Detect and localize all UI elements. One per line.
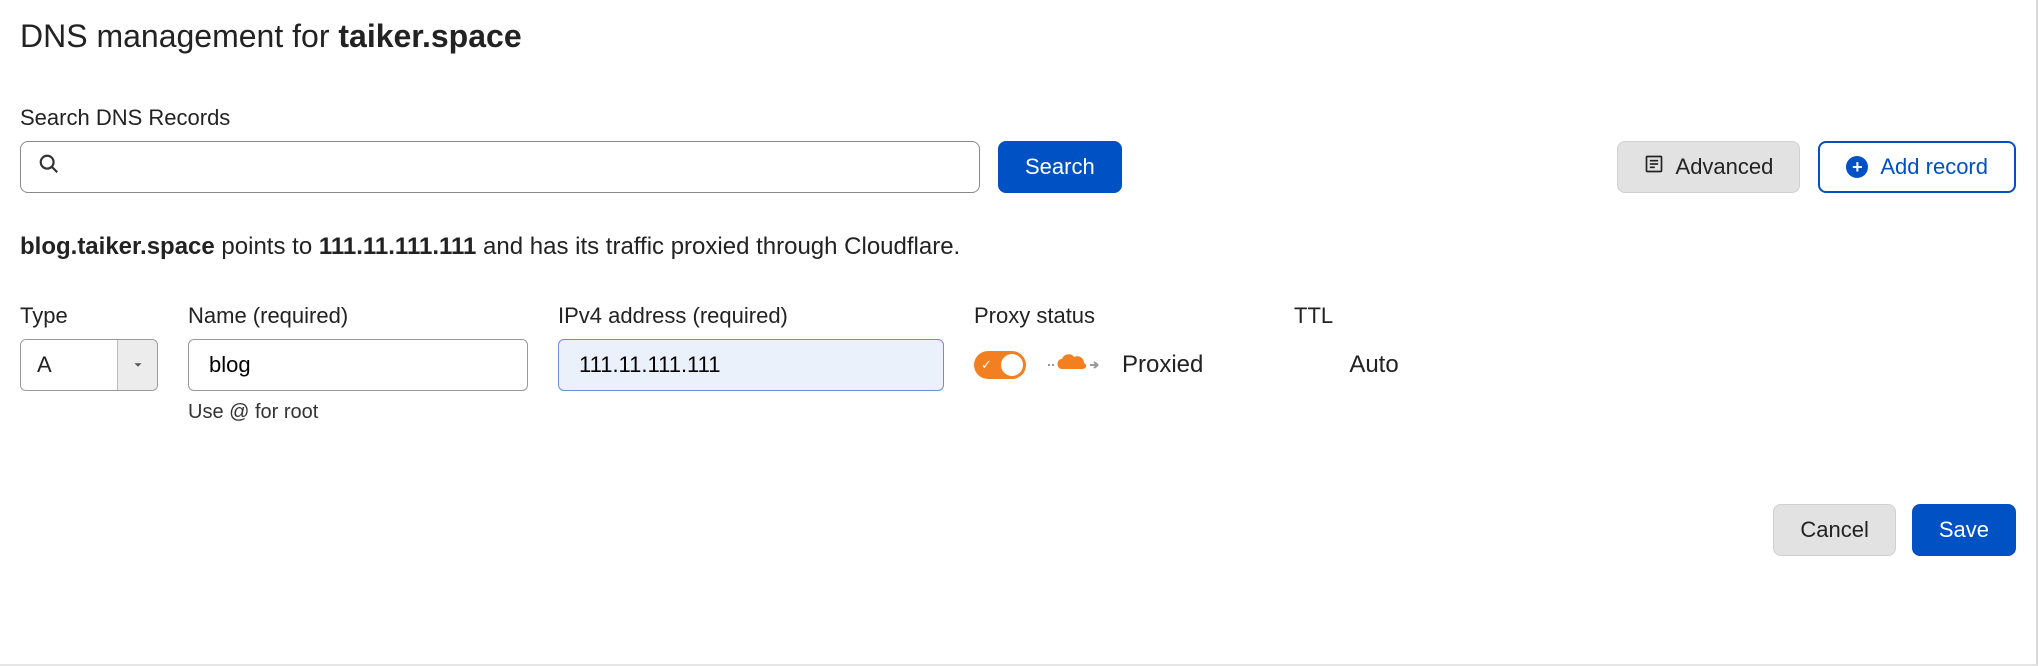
form-icon [1644,154,1664,180]
record-form: Type A Name (required) Use @ for root IP… [20,303,2016,424]
chevron-down-icon [117,340,157,390]
name-input[interactable] [188,339,528,391]
check-icon: ✓ [981,357,992,373]
type-select[interactable]: A [20,339,158,391]
proxy-toggle[interactable]: ✓ [974,351,1026,379]
footer-actions: Cancel Save [20,504,2016,556]
add-record-button-label: Add record [1880,154,1988,180]
desc-mid2: and has its traffic proxied through Clou… [476,233,960,260]
proxy-value: Proxied [1122,351,1203,379]
advanced-button-label: Advanced [1676,154,1774,180]
ttl-label: TTL [1294,303,1454,329]
add-record-button[interactable]: + Add record [1818,141,2016,193]
desc-host: blog.taiker.space [20,233,215,260]
save-button-label: Save [1939,517,1989,543]
cloud-icon [1044,351,1104,379]
cancel-button[interactable]: Cancel [1773,504,1895,556]
page-title-domain: taiker.space [338,18,521,54]
search-icon [38,153,60,181]
search-input-wrap [20,141,980,193]
proxy-label: Proxy status [974,303,1264,329]
cancel-button-label: Cancel [1800,517,1868,543]
plus-icon: + [1846,156,1868,178]
name-label: Name (required) [188,303,528,329]
search-input[interactable] [20,141,980,193]
name-column: Name (required) Use @ for root [188,303,528,424]
page-title: DNS management for taiker.space [20,18,2016,55]
type-column: Type A [20,303,158,391]
ip-column: IPv4 address (required) [558,303,944,391]
ttl-column: TTL Auto [1294,303,1454,391]
type-value: A [21,340,117,390]
advanced-button[interactable]: Advanced [1617,141,1801,193]
toggle-knob [1001,354,1023,376]
type-label: Type [20,303,158,329]
save-button[interactable]: Save [1912,504,2016,556]
desc-mid1: points to [215,233,319,260]
top-action-row: Search Advanced + Add record [20,141,2016,193]
search-button[interactable]: Search [998,141,1122,193]
ip-label: IPv4 address (required) [558,303,944,329]
desc-ip: 111.11.111.111 [319,233,477,260]
page-title-prefix: DNS management for [20,18,338,54]
proxy-column: Proxy status ✓ Proxied [974,303,1264,391]
search-button-label: Search [1025,154,1095,180]
ip-input[interactable] [558,339,944,391]
name-hint: Use @ for root [188,401,528,424]
search-label: Search DNS Records [20,105,2016,131]
ttl-value: Auto [1294,339,1454,391]
record-description: blog.taiker.space points to 111.11.111.1… [20,233,2016,261]
